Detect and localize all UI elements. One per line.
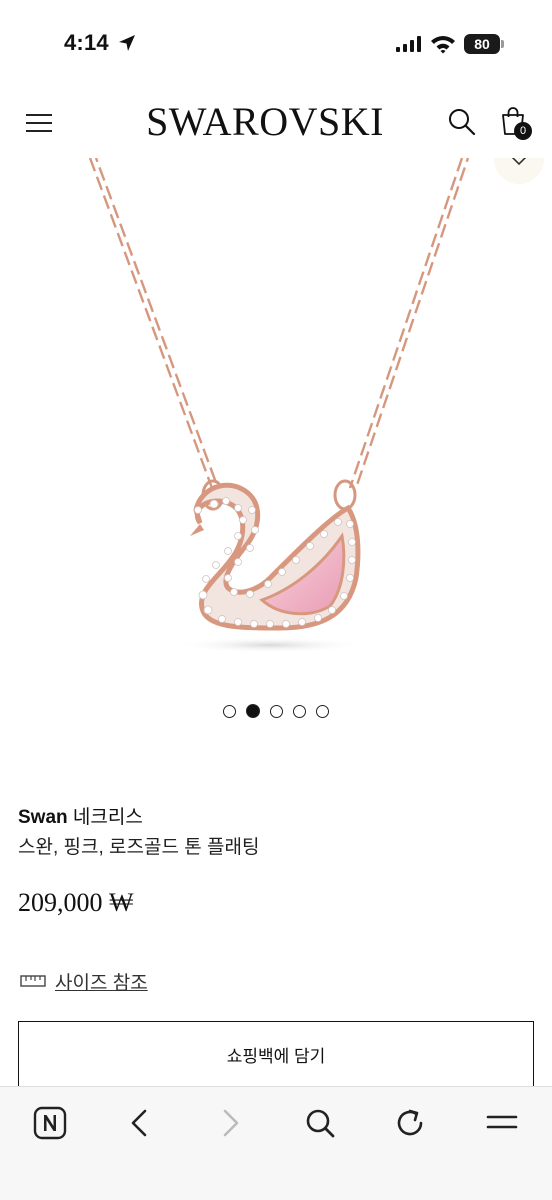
menu-icon <box>26 114 52 116</box>
product-name-bold: Swan <box>18 807 68 828</box>
carousel-indicator <box>0 704 552 718</box>
brand-logo[interactable]: SWAROVSKI <box>130 98 400 145</box>
browser-toolbar <box>0 1086 552 1200</box>
menu-icon-line <box>26 130 52 132</box>
ruler-icon <box>20 975 46 987</box>
carousel-dot[interactable] <box>316 704 329 718</box>
battery-icon: 80 <box>464 34 504 54</box>
n-logo-icon[interactable] <box>30 1103 70 1143</box>
status-time: 4:14 <box>64 30 109 55</box>
status-bar: 4:14 80 <box>0 0 552 88</box>
product-image[interactable] <box>0 158 552 690</box>
product-name: Swan 네크리스 <box>18 802 143 829</box>
signal-icon <box>396 36 421 52</box>
site-header: SWAROVSKI 0 <box>0 88 552 158</box>
wifi-icon <box>431 36 455 54</box>
size-guide-label: 사이즈 참조 <box>55 973 148 994</box>
carousel-dot-active[interactable] <box>246 704 260 718</box>
menu-button[interactable] <box>24 110 54 136</box>
carousel-dot[interactable] <box>293 704 306 718</box>
carousel-dot[interactable] <box>223 704 236 718</box>
shopping-bag-button[interactable]: 0 <box>496 104 536 144</box>
swan-necklace-illustration <box>88 158 470 653</box>
product-price: 209,000 ₩ <box>18 888 134 917</box>
add-to-bag-button[interactable]: 쇼핑백에 담기 <box>18 1021 534 1087</box>
product-name-rest: 네크리스 <box>67 807 143 828</box>
product-description: 스완, 핑크, 로즈골드 톤 플래팅 <box>18 837 260 858</box>
location-arrow-icon <box>119 35 135 51</box>
search-icon[interactable] <box>446 106 478 138</box>
back-icon[interactable] <box>120 1103 160 1143</box>
menu-icon[interactable] <box>482 1103 522 1143</box>
bag-count-badge: 0 <box>514 122 532 140</box>
forward-icon[interactable] <box>210 1103 250 1143</box>
menu-icon-line <box>26 122 52 124</box>
carousel-dot[interactable] <box>270 704 283 718</box>
chevron-down-icon <box>511 158 527 166</box>
refresh-icon[interactable] <box>390 1103 430 1143</box>
search-icon[interactable] <box>300 1103 340 1143</box>
battery-tip <box>501 40 504 48</box>
battery-level: 80 <box>464 34 500 54</box>
